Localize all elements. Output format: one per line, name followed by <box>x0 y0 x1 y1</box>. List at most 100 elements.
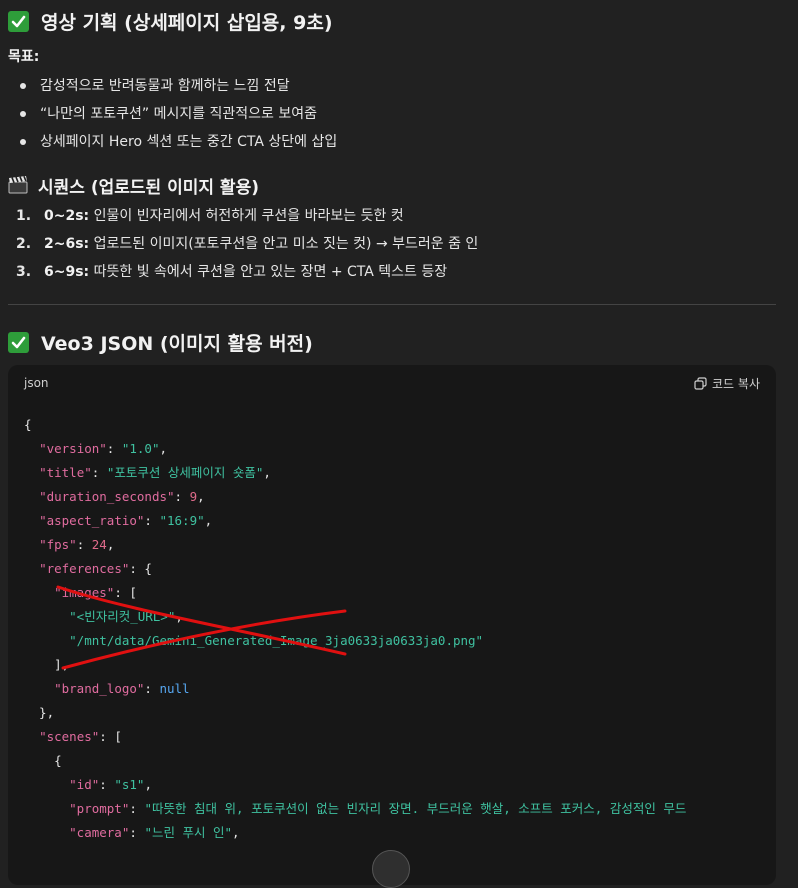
code-token: , <box>159 441 168 456</box>
section-heading-plan-text: 영상 기획 (상세페이지 삽입용, 9초) <box>41 11 333 34</box>
sequence-list: 1. 0~2s: 인물이 빈자리에서 허전하게 쿠션을 바라보는 듯한 컷 2.… <box>8 202 776 286</box>
copy-icon <box>694 376 707 390</box>
code-token: "title" <box>39 465 92 480</box>
code-token: , <box>144 777 152 792</box>
code-line: "scenes": [ <box>24 725 760 749</box>
sequence-step: 1. 0~2s: 인물이 빈자리에서 허전하게 쿠션을 바라보는 듯한 컷 <box>16 208 404 224</box>
code-token: : <box>144 681 160 696</box>
chat-response: 영상 기획 (상세페이지 삽입용, 9초) 목표: 감성적으로 반려동물과 함께… <box>0 0 798 885</box>
check-mark-icon <box>8 331 29 353</box>
code-token: "references" <box>39 561 130 576</box>
code-token: 9 <box>189 489 198 504</box>
code-block-header: json 코드 복사 <box>8 365 776 401</box>
code-token: "duration_seconds" <box>39 489 175 504</box>
goal-item: 상세페이지 Hero 섹션 또는 중간 CTA 상단에 삽입 <box>8 128 776 156</box>
sequence-step: 3. 6~9s: 따뜻한 빛 속에서 쿠션을 안고 있는 장면 + CTA 텍스… <box>16 264 448 280</box>
goal-label: 목표: <box>8 49 40 65</box>
code-block: json 코드 복사 { "version": "1.0", "title": … <box>8 365 776 885</box>
check-mark-icon <box>8 10 29 32</box>
code-token: "s1" <box>114 777 145 792</box>
code-line: "duration_seconds": 9, <box>24 485 760 509</box>
code-token: : <box>106 441 122 456</box>
section-heading-plan: 영상 기획 (상세페이지 삽입용, 9초) <box>8 0 776 42</box>
code-token: "version" <box>39 441 107 456</box>
code-line: "fps": 24, <box>24 533 760 557</box>
code-token: : <box>99 777 115 792</box>
code-token: "16:9" <box>159 513 205 528</box>
code-token: { <box>24 417 32 432</box>
copy-code-label: 코드 복사 <box>712 376 760 391</box>
section-heading-sequence: 시퀀스 (업로드된 이미지 활용) <box>8 168 776 202</box>
section-heading-json-text: Veo3 JSON (이미지 활용 버전) <box>41 332 313 355</box>
code-token: null <box>159 681 190 696</box>
code-token: : { <box>129 561 152 576</box>
code-token: "느린 푸시 인" <box>144 825 233 840</box>
code-token: : <box>174 489 190 504</box>
code-token: , <box>204 513 213 528</box>
goal-item: 감성적으로 반려동물과 함께하는 느낌 전달 <box>8 72 776 100</box>
code-token: , <box>106 537 115 552</box>
code-token: , <box>263 465 271 480</box>
code-token: : <box>144 513 160 528</box>
code-line: "id": "s1", <box>24 773 760 797</box>
sequence-step: 2. 2~6s: 업로드된 이미지(포토쿠션을 안고 미소 짓는 컷) → 부드… <box>16 236 479 252</box>
code-line: "<빈자리컷_URL>", <box>24 605 760 629</box>
code-line: ], <box>24 653 760 677</box>
code-token: , <box>232 825 240 840</box>
code-token: : <box>91 465 107 480</box>
code-token: ], <box>24 657 70 672</box>
code-token: : <box>129 825 145 840</box>
code-line: "references": { <box>24 557 760 581</box>
code-line: }, <box>24 701 760 725</box>
code-token: "fps" <box>39 537 77 552</box>
code-line: "prompt": "따뜻한 침대 위, 포토쿠션이 없는 빈자리 장면. 부드… <box>24 797 760 821</box>
section-divider <box>8 304 776 305</box>
code-line: "camera": "느린 푸시 인", <box>24 821 760 845</box>
code-token: 24 <box>91 537 107 552</box>
code-line: "version": "1.0", <box>24 437 760 461</box>
code-token: "따뜻한 침대 위, 포토쿠션이 없는 빈자리 장면. 부드러운 햇살, 소프트… <box>144 801 687 816</box>
code-token: "포토쿠션 상세페이지 숏폼" <box>106 465 264 480</box>
copy-code-button[interactable]: 코드 복사 <box>694 375 760 392</box>
code-line: "title": "포토쿠션 상세페이지 숏폼", <box>24 461 760 485</box>
code-token: : [ <box>99 729 122 744</box>
code-token: "1.0" <box>121 441 160 456</box>
code-language-label: json <box>24 376 49 390</box>
code-line: "images": [ <box>24 581 760 605</box>
code-line: "/mnt/data/Gemini_Generated_Image_3ja063… <box>24 629 760 653</box>
section-heading-json: Veo3 JSON (이미지 활용 버전) <box>8 327 776 357</box>
code-token: "brand_logo" <box>54 681 145 696</box>
scroll-down-button[interactable] <box>372 850 410 888</box>
clapperboard-icon <box>8 175 28 194</box>
code-token: }, <box>24 705 55 720</box>
code-line: { <box>24 413 760 437</box>
code-token: { <box>24 753 62 768</box>
code-token: , <box>175 609 183 624</box>
code-token: "<빈자리컷_URL>" <box>69 609 176 624</box>
code-token: "id" <box>69 777 100 792</box>
code-token: "/mnt/data/Gemini_Generated_Image_3ja063… <box>69 633 484 648</box>
code-line: "brand_logo": null <box>24 677 760 701</box>
code-token: , <box>197 489 205 504</box>
goal-item: “나만의 포토쿠션” 메시지를 직관적으로 보여줌 <box>8 100 776 128</box>
code-line: { <box>24 749 760 773</box>
code-content: { "version": "1.0", "title": "포토쿠션 상세페이지… <box>8 401 776 845</box>
code-token: : [ <box>114 585 137 600</box>
code-token: "prompt" <box>69 801 130 816</box>
code-token: "images" <box>54 585 115 600</box>
code-token: : <box>76 537 92 552</box>
